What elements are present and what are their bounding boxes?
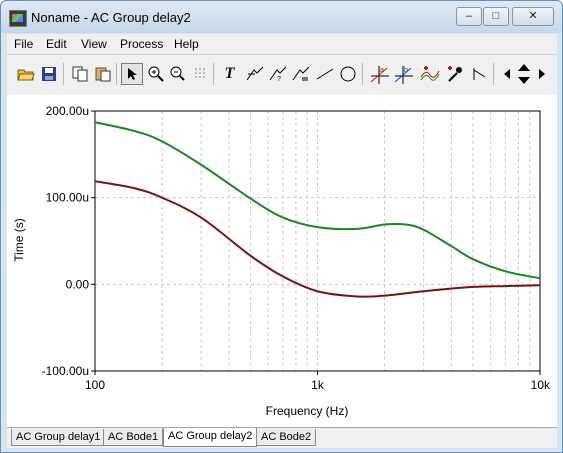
x-ticks: 100 1k 10k	[85, 371, 551, 392]
open-file-icon[interactable]	[15, 63, 36, 84]
axis-icon[interactable]	[290, 63, 311, 84]
sheet-tabs: AC Group delay1 AC Bode1 AC Group delay2…	[7, 427, 557, 448]
menu-bar: File Edit View Process Help	[7, 34, 557, 55]
x-tick-label: 10k	[531, 378, 551, 392]
zoom-100-icon[interactable]	[167, 63, 188, 84]
toolbar-separator	[213, 63, 214, 85]
toolbar-separator	[362, 63, 363, 85]
x-axis-label: Frequency (Hz)	[266, 404, 349, 418]
circle-icon[interactable]	[337, 63, 358, 84]
save-icon[interactable]	[38, 63, 59, 84]
y-tick-label: 0.00	[66, 277, 90, 291]
tab-ac-bode2[interactable]: AC Bode2	[256, 429, 317, 446]
app-window: Noname - AC Group delay2 – □ ✕ File Edit…	[0, 0, 563, 453]
group-delay-chart: 200.00u 100.00u 0.00 -100.00u 100 1k 10k Freq…	[12, 104, 551, 418]
zoom-in-icon[interactable]	[145, 63, 166, 84]
toolbar-separator	[493, 63, 494, 85]
plot-area[interactable]: 200.00u 100.00u 0.00 -100.00u 100 1k 10k Freq…	[7, 95, 557, 429]
maximize-button[interactable]: □	[483, 7, 509, 26]
tab-ac-bode1[interactable]: AC Bode1	[103, 429, 164, 446]
toolbar: T ? a b	[7, 55, 557, 95]
y-tick-label: 100.00u	[46, 191, 89, 205]
y-axis-label: Time (s)	[12, 218, 26, 262]
line-icon[interactable]	[314, 63, 335, 84]
app-icon	[9, 10, 27, 27]
toolbar-separator	[116, 63, 117, 85]
y-ticks: 200.00u 100.00u 0.00 -100.00u	[42, 104, 95, 378]
pointer-icon[interactable]	[121, 63, 143, 85]
marker-a-icon[interactable]: a	[368, 63, 389, 84]
copy-icon[interactable]	[69, 63, 90, 84]
x-tick-label: 100	[85, 378, 105, 392]
scroll-left-icon[interactable]	[500, 63, 514, 84]
fit-icon[interactable]	[469, 63, 490, 84]
toolbar-separator	[63, 63, 64, 85]
multi-trace-icon[interactable]	[419, 63, 440, 84]
cursor-a-icon[interactable]	[244, 63, 265, 84]
x-tick-label: 1k	[311, 378, 325, 392]
title-bar[interactable]: Noname - AC Group delay2 – □ ✕	[1, 1, 562, 33]
svg-text:a: a	[380, 67, 384, 74]
scroll-up-down-icon[interactable]	[515, 63, 533, 84]
grid	[95, 111, 540, 371]
menu-edit[interactable]: Edit	[46, 37, 67, 51]
svg-text:b: b	[404, 67, 408, 74]
menu-view[interactable]: View	[81, 37, 107, 51]
menu-file[interactable]: File	[14, 37, 33, 51]
tab-ac-group-delay1[interactable]: AC Group delay1	[11, 429, 106, 446]
series-line-1	[94, 121, 541, 280]
scroll-right-icon[interactable]	[535, 63, 549, 84]
cursor-b-icon[interactable]: ?	[267, 63, 288, 84]
close-button[interactable]: ✕	[512, 7, 554, 26]
text-icon[interactable]: T	[219, 63, 240, 84]
y-tick-label: 200.00u	[46, 104, 89, 118]
grid-icon[interactable]	[190, 63, 211, 84]
menu-process[interactable]: Process	[120, 37, 163, 51]
y-tick-label: -100.00u	[42, 364, 89, 378]
eyedropper-icon[interactable]	[444, 63, 465, 84]
marker-b-icon[interactable]: b	[392, 63, 413, 84]
svg-text:?: ?	[277, 76, 281, 82]
window-title: Noname - AC Group delay2	[31, 10, 191, 25]
minimize-button[interactable]: –	[456, 7, 482, 26]
menu-help[interactable]: Help	[174, 37, 199, 51]
paste-icon[interactable]	[92, 63, 113, 84]
tab-ac-group-delay2[interactable]: AC Group delay2	[163, 428, 258, 447]
